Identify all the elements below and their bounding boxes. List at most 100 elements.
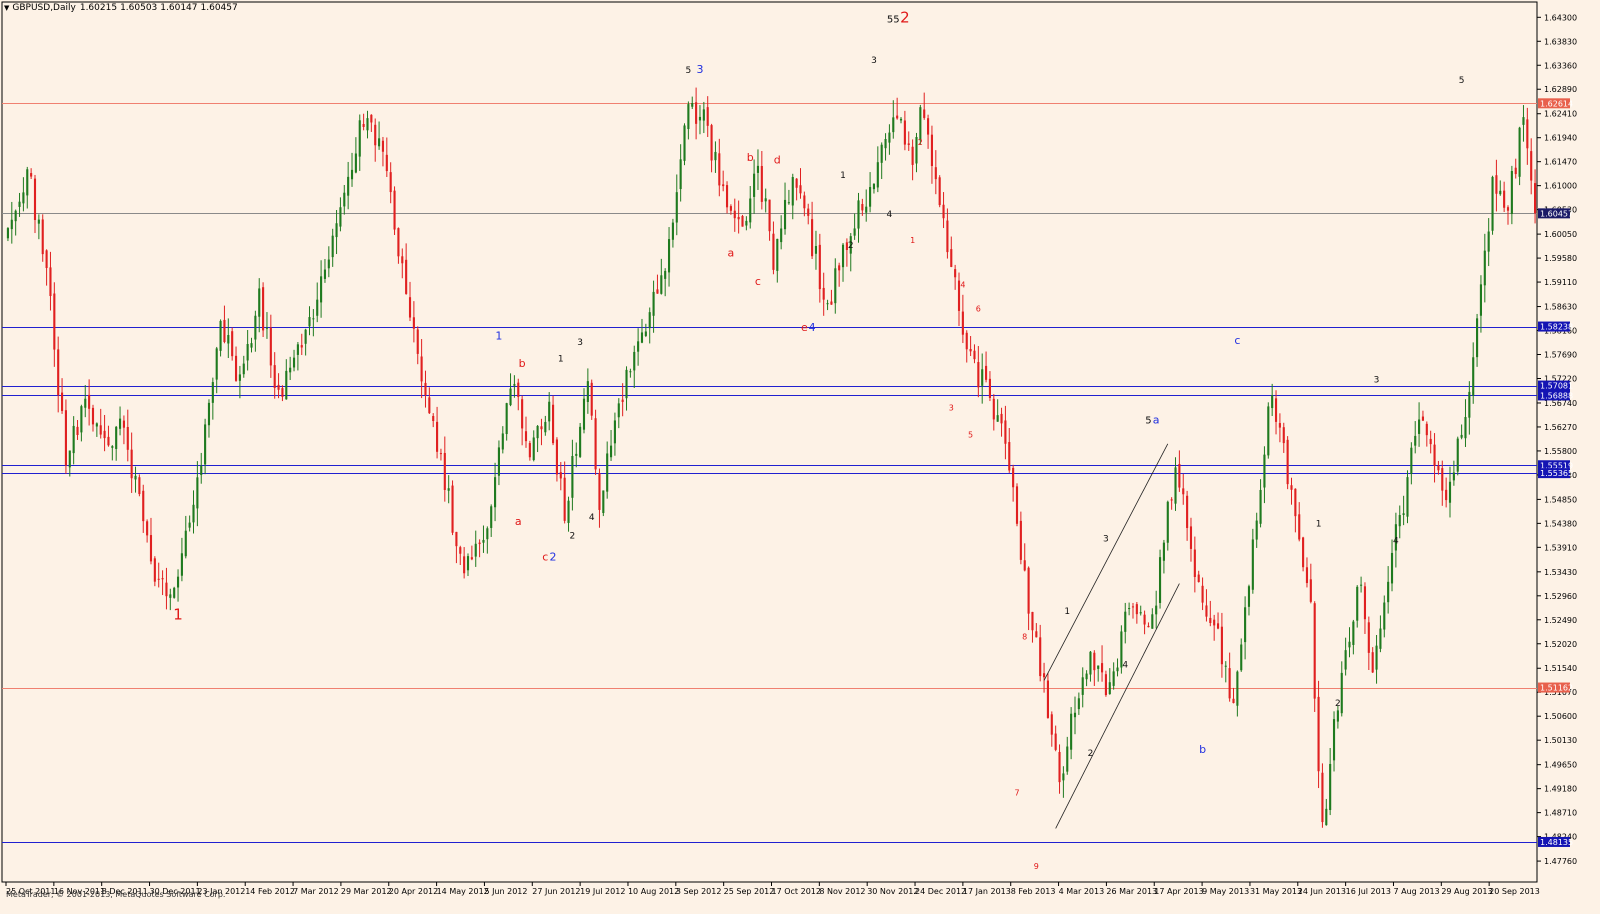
candle-body — [370, 114, 373, 123]
wave-label: b — [519, 357, 526, 370]
chevron-down-icon[interactable]: ▼ — [4, 4, 9, 12]
candle-body — [985, 365, 988, 380]
candle-body — [667, 239, 671, 273]
candle-body — [1244, 607, 1247, 643]
candle-body — [254, 315, 257, 340]
candle-body — [950, 249, 953, 267]
price-chart[interactable]: 11bac 231245 3abcde 412355 2421463587912345 a… — [0, 0, 1600, 914]
candle-body — [130, 449, 133, 479]
candle-body — [938, 177, 941, 206]
candle-body — [262, 287, 265, 331]
candle-body — [621, 399, 624, 402]
candle-body — [393, 190, 396, 230]
candle-body — [1437, 465, 1440, 471]
wave-label: 1 — [1064, 607, 1070, 617]
candle-body — [405, 259, 408, 294]
date-tick-label: 30 Nov 2012 — [867, 887, 918, 896]
candle-body — [432, 416, 435, 422]
wave-label: 8 — [1022, 633, 1027, 642]
date-tick-label: 24 Dec 2012 — [915, 887, 966, 896]
candle-body — [165, 582, 168, 597]
candle-body — [1340, 672, 1343, 714]
candle-body — [1240, 644, 1243, 671]
candle-body — [149, 535, 153, 562]
candle-body — [1019, 520, 1022, 560]
candle-body — [753, 173, 756, 197]
date-tick-label: 31 May 2013 — [1250, 887, 1302, 896]
candle-body — [1100, 663, 1104, 673]
candle-body — [1286, 439, 1289, 485]
candle-body — [1452, 472, 1455, 481]
candle-body — [880, 144, 883, 163]
candle-body — [459, 547, 462, 554]
candle-body — [60, 392, 64, 411]
candle-body — [1054, 733, 1057, 750]
candle-body — [1433, 444, 1436, 466]
candle-body — [118, 418, 122, 429]
price-tick-label: 1.60050 — [1544, 230, 1577, 239]
price-tick-label: 1.61940 — [1544, 134, 1577, 143]
candle-body — [180, 553, 183, 576]
candle-body — [1495, 175, 1498, 194]
candle-body — [231, 331, 234, 357]
candle-body — [1425, 423, 1428, 436]
level-price-label: 1.58238 — [1540, 323, 1573, 332]
wave-label: e — [801, 321, 808, 334]
candle-body — [1267, 406, 1270, 456]
candle-body — [1174, 467, 1177, 504]
candle-body — [33, 178, 37, 221]
candle-body — [1255, 520, 1258, 540]
candle-body — [1282, 427, 1285, 444]
candle-body — [265, 327, 269, 329]
candle-body — [1201, 585, 1204, 603]
price-tick-label: 1.56270 — [1544, 423, 1577, 432]
candle-body — [45, 250, 48, 269]
date-tick-label: 17 Oct 2012 — [772, 887, 821, 896]
candle-body — [30, 173, 33, 177]
candle-body — [320, 276, 323, 303]
candle-body — [176, 576, 180, 588]
wave-label: 2 — [570, 532, 576, 542]
date-tick-label: 14 May 2012 — [437, 887, 489, 896]
candle-body — [219, 320, 222, 351]
candle-body — [965, 332, 968, 350]
candle-body — [660, 275, 663, 294]
candle-body — [300, 345, 303, 348]
candle-body — [942, 204, 945, 219]
candle-body — [826, 303, 829, 305]
candle-body — [1259, 489, 1262, 524]
date-tick-label: 5 Jun 2012 — [484, 887, 527, 896]
candle-body — [292, 357, 296, 368]
candle-body — [517, 382, 520, 398]
candle-body — [269, 327, 272, 366]
candle-body — [350, 169, 354, 180]
candle-body — [1325, 808, 1328, 826]
date-tick-label: 25 Sep 2012 — [724, 887, 775, 896]
candle-body — [548, 401, 551, 422]
date-tick-label: 3 Sep 2012 — [676, 887, 722, 896]
candle-body — [169, 594, 172, 598]
date-tick-label: 7 Mar 2012 — [293, 887, 339, 896]
candle-body — [1317, 696, 1320, 772]
wave-label: 2 — [900, 8, 910, 26]
candle-body — [927, 118, 930, 135]
candle-body — [575, 453, 578, 456]
candle-body — [18, 201, 21, 207]
candle-body — [1487, 231, 1490, 252]
level-price-label: 1.51162 — [1540, 684, 1573, 693]
price-tick-label: 1.59580 — [1544, 254, 1577, 263]
candle-body — [594, 418, 597, 470]
candle-body — [1290, 485, 1293, 490]
candle-body — [327, 259, 330, 269]
candle-body — [215, 348, 218, 380]
candle-body — [22, 192, 25, 204]
candle-body — [1274, 398, 1278, 422]
candle-body — [1108, 682, 1111, 695]
candle-body — [331, 235, 334, 258]
date-tick-label: 7 Aug 2013 — [1393, 887, 1439, 896]
candle-body — [1008, 442, 1011, 471]
candle-body — [53, 293, 56, 350]
candle-body — [567, 500, 570, 523]
candle-body — [695, 102, 698, 124]
level-price-label: 1.62614 — [1540, 99, 1573, 108]
